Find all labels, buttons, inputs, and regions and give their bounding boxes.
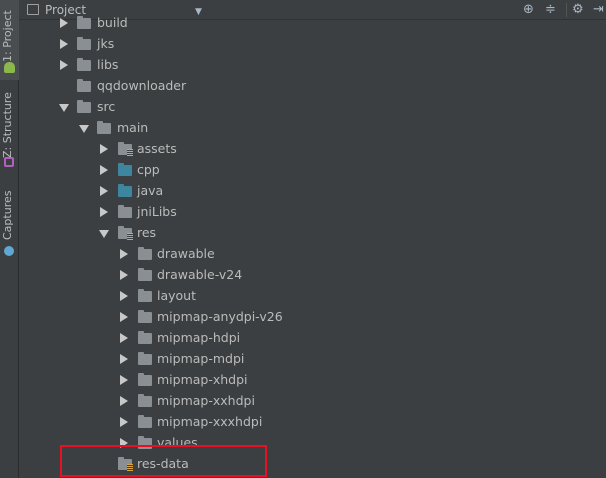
tree-row-libs[interactable]: libs xyxy=(19,55,606,76)
resource-folder-icon xyxy=(118,226,133,240)
resource-folder-icon xyxy=(118,142,133,156)
folder-icon xyxy=(77,100,91,113)
folder-icon xyxy=(138,373,152,386)
folder-icon xyxy=(138,247,152,260)
tree-item-label: build xyxy=(97,15,128,30)
captures-icon xyxy=(4,246,14,256)
tree-row-mipmap-xhdpi[interactable]: mipmap-xhdpi xyxy=(19,370,606,391)
expand-arrow-icon[interactable] xyxy=(120,354,128,364)
tree-row-build[interactable]: build xyxy=(19,13,606,34)
project-tree: build jks libs qqdownloader src main ass… xyxy=(19,15,606,478)
tree-item-label: jks xyxy=(97,36,115,51)
tree-item-label: cpp xyxy=(137,162,160,177)
tree-row-cpp[interactable]: cpp xyxy=(19,160,606,181)
tree-item-label: jniLibs xyxy=(137,204,177,219)
tree-item-label: libs xyxy=(97,57,119,72)
tree-row-res[interactable]: res xyxy=(19,223,606,244)
tab-captures[interactable]: Captures xyxy=(0,185,19,255)
tree-row-mipmap-xxxhdpi[interactable]: mipmap-xxxhdpi xyxy=(19,412,606,433)
folder-icon xyxy=(118,205,132,218)
source-folder-icon xyxy=(118,184,132,197)
android-icon xyxy=(4,62,15,73)
collapse-arrow-icon[interactable] xyxy=(79,125,89,133)
expand-arrow-icon[interactable] xyxy=(100,165,108,175)
expand-arrow-icon[interactable] xyxy=(100,144,108,154)
folder-icon xyxy=(138,331,152,344)
tree-row-drawable[interactable]: drawable xyxy=(19,244,606,265)
tree-item-label: src xyxy=(97,99,116,114)
tree-row-mipmap-xxhdpi[interactable]: mipmap-xxhdpi xyxy=(19,391,606,412)
folder-icon xyxy=(77,16,91,29)
tree-row-mipmap-mdpi[interactable]: mipmap-mdpi xyxy=(19,349,606,370)
tree-row-main[interactable]: main xyxy=(19,118,606,139)
expand-arrow-icon[interactable] xyxy=(120,417,128,427)
expand-arrow-icon[interactable] xyxy=(60,60,68,70)
tree-row-jks[interactable]: jks xyxy=(19,34,606,55)
tree-item-label: mipmap-xxhdpi xyxy=(157,393,255,408)
folder-icon xyxy=(138,415,152,428)
expand-arrow-icon[interactable] xyxy=(100,186,108,196)
highlight-annotation xyxy=(60,445,267,477)
expand-arrow-icon[interactable] xyxy=(120,249,128,259)
tree-row-assets[interactable]: assets xyxy=(19,139,606,160)
structure-icon xyxy=(4,157,14,167)
tree-row-mipmap-anydpi-v26[interactable]: mipmap-anydpi-v26 xyxy=(19,307,606,328)
folder-icon xyxy=(138,289,152,302)
collapse-arrow-icon[interactable] xyxy=(59,104,69,112)
expand-arrow-icon[interactable] xyxy=(120,312,128,322)
tree-row-java[interactable]: java xyxy=(19,181,606,202)
folder-icon xyxy=(138,352,152,365)
tree-item-label: mipmap-xxxhdpi xyxy=(157,414,263,429)
tree-row-layout[interactable]: layout xyxy=(19,286,606,307)
tree-item-label: java xyxy=(137,183,164,198)
tab-captures-label: Captures xyxy=(1,190,14,240)
tab-structure-label: Z: Structure xyxy=(1,92,14,158)
folder-icon xyxy=(138,310,152,323)
tree-item-label: res xyxy=(137,225,157,240)
collapse-arrow-icon[interactable] xyxy=(99,230,109,238)
source-folder-icon xyxy=(118,163,132,176)
expand-arrow-icon[interactable] xyxy=(120,375,128,385)
tree-row-qqdownloader[interactable]: qqdownloader xyxy=(19,76,606,97)
expand-arrow-icon[interactable] xyxy=(60,18,68,28)
tree-item-label: assets xyxy=(137,141,177,156)
tree-item-label: mipmap-xhdpi xyxy=(157,372,248,387)
folder-icon xyxy=(77,79,91,92)
folder-icon xyxy=(77,58,91,71)
folder-icon xyxy=(77,37,91,50)
tree-item-label: qqdownloader xyxy=(97,78,187,93)
expand-arrow-icon[interactable] xyxy=(60,39,68,49)
folder-icon xyxy=(138,394,152,407)
tree-item-label: drawable-v24 xyxy=(157,267,243,282)
tree-row-mipmap-hdpi[interactable]: mipmap-hdpi xyxy=(19,328,606,349)
tree-item-label: mipmap-hdpi xyxy=(157,330,241,345)
tree-item-label: mipmap-mdpi xyxy=(157,351,245,366)
folder-icon xyxy=(97,121,111,134)
expand-arrow-icon[interactable] xyxy=(120,396,128,406)
tree-item-label: layout xyxy=(157,288,197,303)
folder-icon xyxy=(138,268,152,281)
tree-row-jnilibs[interactable]: jniLibs xyxy=(19,202,606,223)
tree-row-drawable-v24[interactable]: drawable-v24 xyxy=(19,265,606,286)
expand-arrow-icon[interactable] xyxy=(120,333,128,343)
tree-row-src[interactable]: src xyxy=(19,97,606,118)
tree-item-label: main xyxy=(117,120,149,135)
expand-arrow-icon[interactable] xyxy=(120,270,128,280)
tab-project-label: 1: Project xyxy=(1,10,14,62)
expand-arrow-icon[interactable] xyxy=(120,291,128,301)
tool-window-strip: 1: Project Z: Structure Captures xyxy=(0,0,19,478)
tree-item-label: drawable xyxy=(157,246,215,261)
expand-arrow-icon[interactable] xyxy=(100,207,108,217)
tree-item-label: mipmap-anydpi-v26 xyxy=(157,309,283,324)
